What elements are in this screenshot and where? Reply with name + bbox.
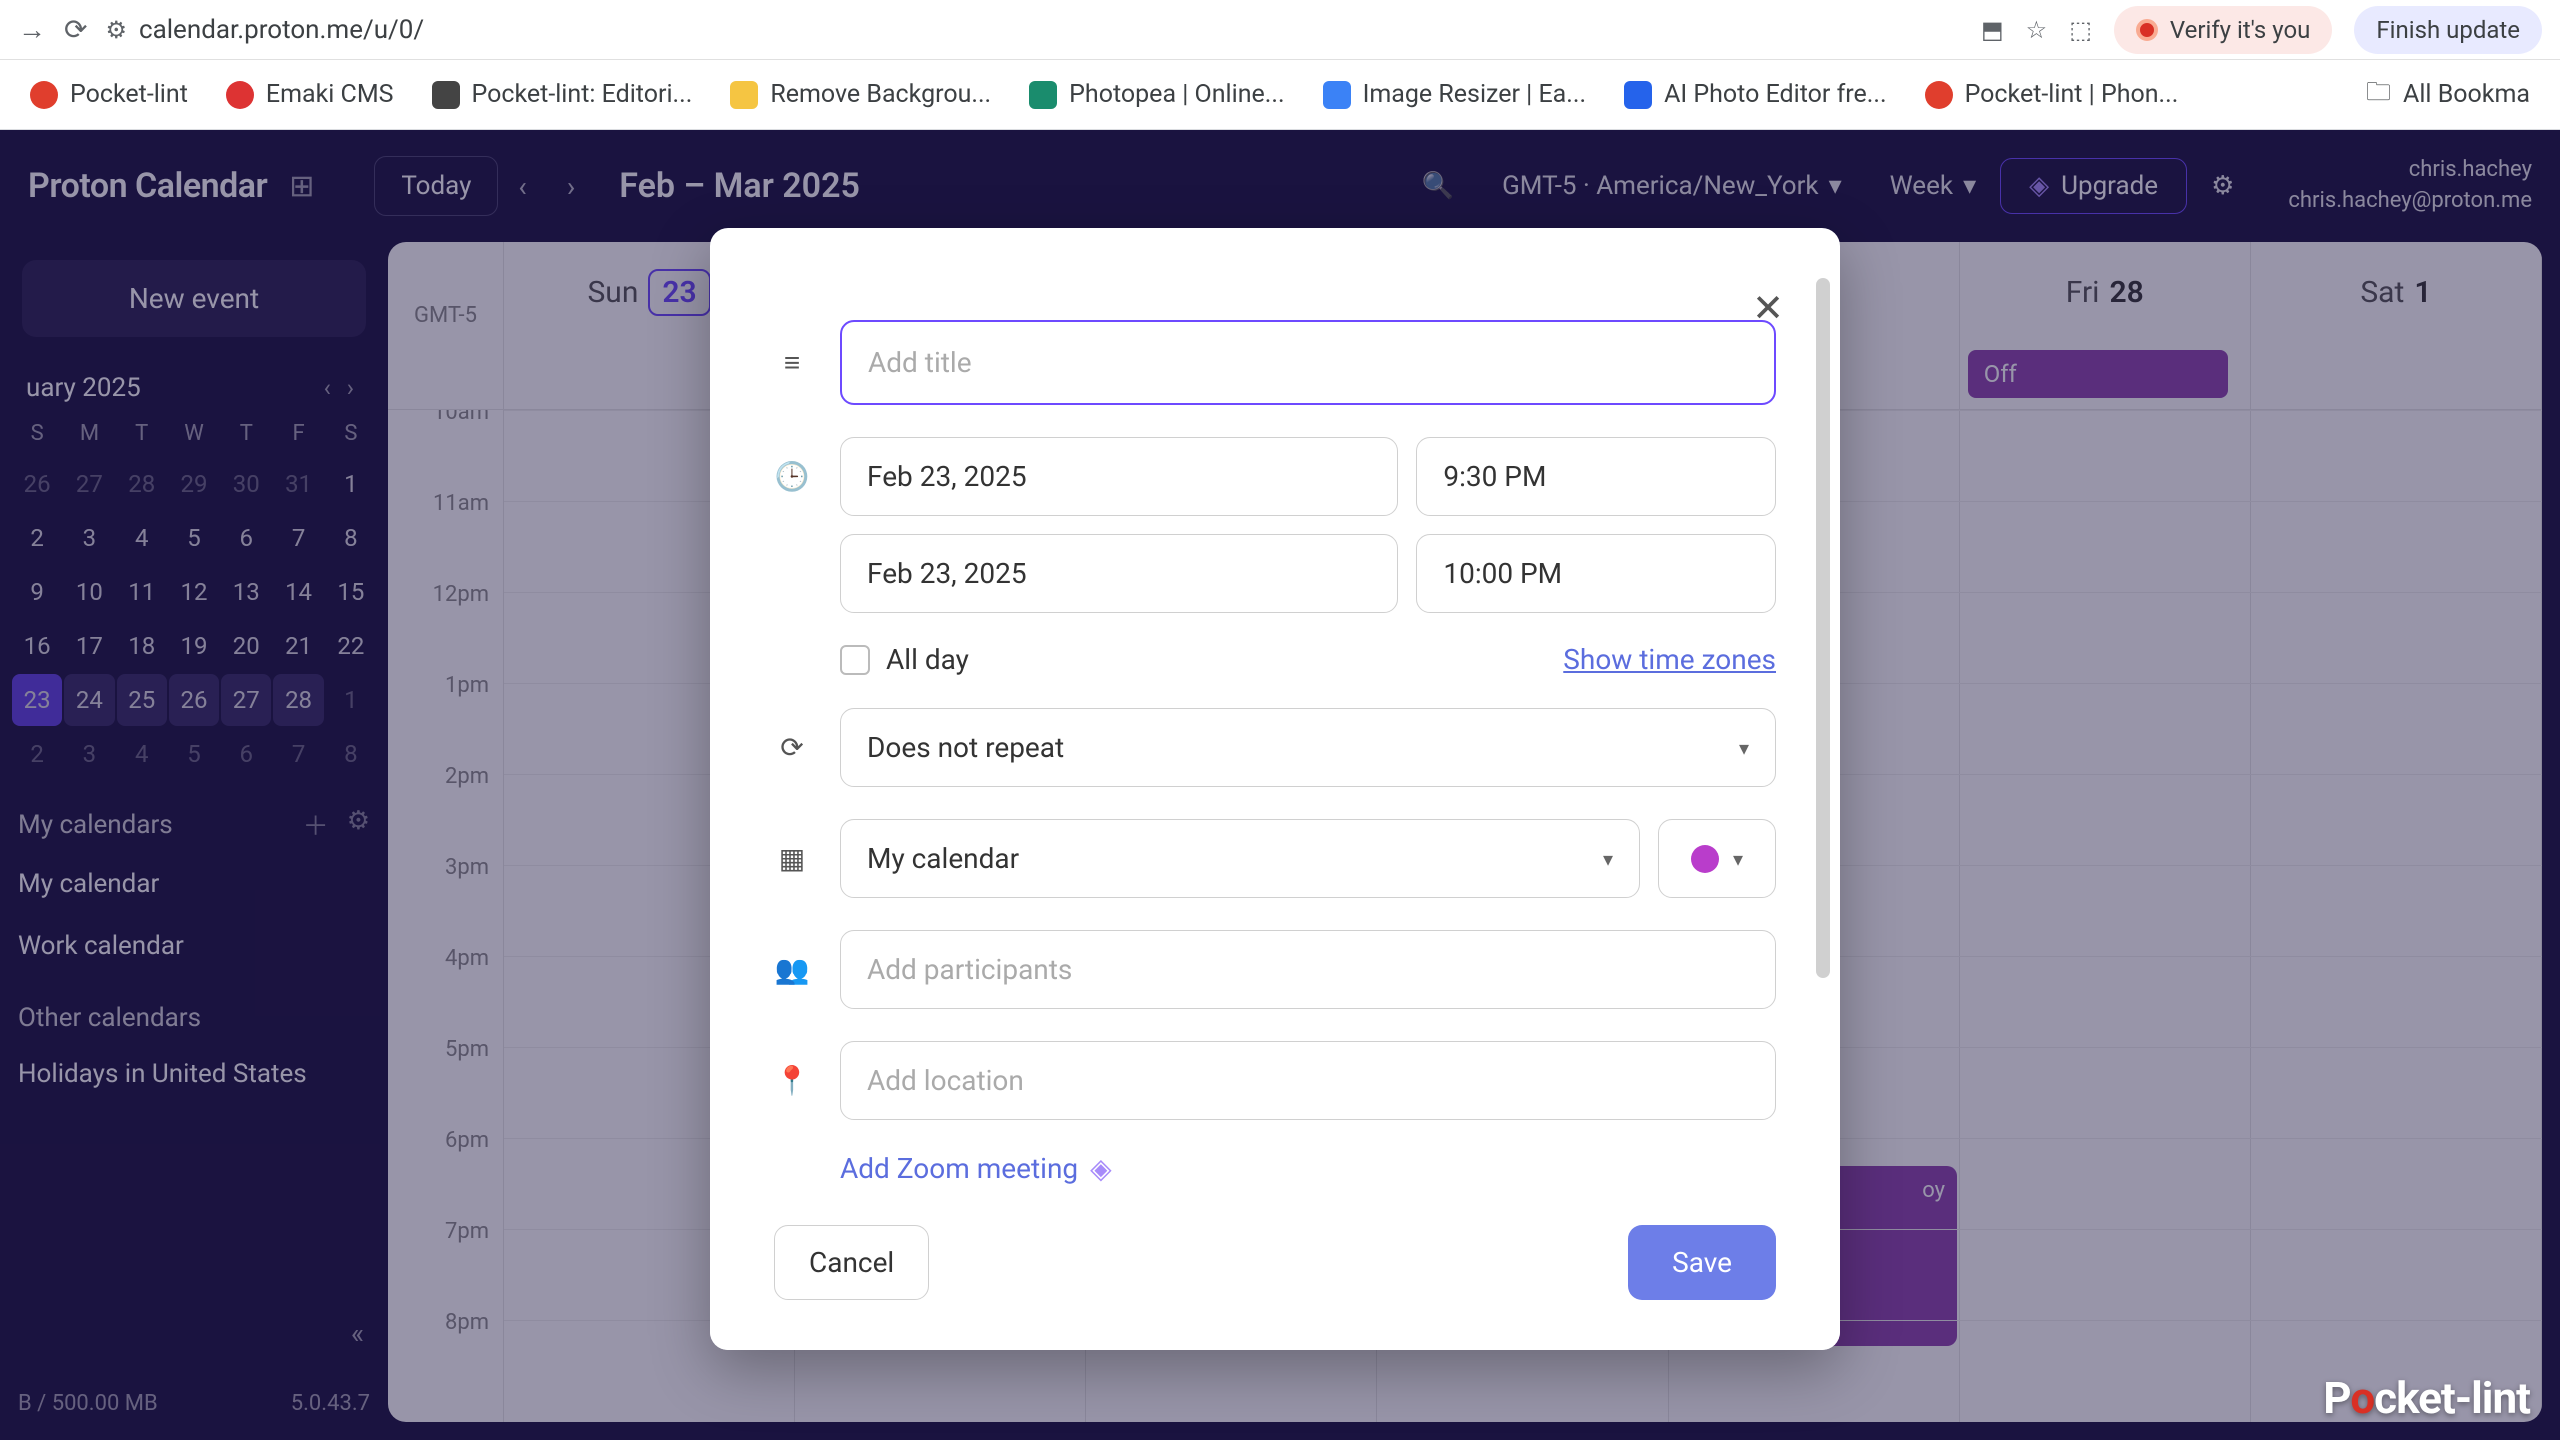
repeat-icon: ⟳ (774, 731, 810, 764)
finish-update-button[interactable]: Finish update (2354, 6, 2542, 54)
end-date-input[interactable]: Feb 23, 2025 (840, 534, 1398, 613)
calendar-select[interactable]: My calendar▾ (840, 819, 1640, 898)
url-text: calendar.proton.me/u/0/ (139, 15, 424, 45)
forward-icon[interactable]: → (18, 13, 46, 46)
color-swatch (1691, 845, 1719, 873)
title-icon: ≡ (774, 346, 810, 379)
save-button[interactable]: Save (1628, 1225, 1776, 1300)
gem-icon: ◈ (1090, 1152, 1112, 1185)
install-icon[interactable]: ⬒ (1981, 16, 2004, 44)
scrollbar[interactable] (1816, 278, 1830, 1088)
chevron-down-icon: ▾ (1733, 847, 1743, 871)
chevron-down-icon: ▾ (1603, 847, 1613, 871)
bookmark-item[interactable]: Pocket-lint (30, 80, 188, 109)
chevron-down-icon: ▾ (1739, 736, 1749, 760)
verify-button[interactable]: Verify it's you (2114, 6, 2333, 54)
cancel-button[interactable]: Cancel (774, 1225, 929, 1300)
location-input[interactable]: Add location (840, 1041, 1776, 1120)
clock-icon: 🕒 (774, 460, 810, 493)
bookmark-item[interactable]: Pocket-lint: Editori... (432, 80, 693, 109)
add-zoom-link[interactable]: Add Zoom meeting◈ (840, 1152, 1776, 1185)
browser-toolbar: → ⟳ ⚙ calendar.proton.me/u/0/ ⬒ ☆ ⬚ Veri… (0, 0, 2560, 60)
calendar-icon: ▦ (774, 842, 810, 875)
site-settings-icon[interactable]: ⚙ (105, 16, 127, 44)
show-timezones-link[interactable]: Show time zones (1563, 643, 1776, 676)
extensions-icon[interactable]: ⬚ (2069, 16, 2092, 44)
bookmark-item[interactable]: Remove Backgrou... (730, 80, 991, 109)
bookmark-item[interactable]: Pocket-lint | Phon... (1925, 80, 2179, 109)
participants-icon: 👥 (774, 953, 810, 986)
folder-icon: 🗀 (2366, 73, 2391, 116)
bookmark-item[interactable]: Emaki CMS (226, 80, 394, 109)
start-time-input[interactable]: 9:30 PM (1416, 437, 1776, 516)
all-day-checkbox[interactable]: All day (840, 643, 969, 676)
location-icon: 📍 (774, 1064, 810, 1097)
watermark: Pocket-lint (2323, 1372, 2530, 1424)
bookmark-item[interactable]: Photopea | Online... (1029, 80, 1284, 109)
all-bookmarks-button[interactable]: 🗀All Bookma (2366, 73, 2530, 116)
bookmark-item[interactable]: Image Resizer | Ea... (1323, 80, 1587, 109)
color-select[interactable]: ▾ (1658, 819, 1776, 898)
new-event-modal: ✕ ≡ 🕒 Feb 23, 2025 9:30 PM Feb 23, 2025 … (710, 228, 1840, 1350)
event-title-input[interactable] (840, 320, 1776, 405)
reload-icon[interactable]: ⟳ (64, 13, 87, 46)
start-date-input[interactable]: Feb 23, 2025 (840, 437, 1398, 516)
end-time-input[interactable]: 10:00 PM (1416, 534, 1776, 613)
bookmarks-bar: Pocket-lint Emaki CMS Pocket-lint: Edito… (0, 60, 2560, 130)
participants-input[interactable]: Add participants (840, 930, 1776, 1009)
star-icon[interactable]: ☆ (2026, 16, 2048, 44)
repeat-select[interactable]: Does not repeat▾ (840, 708, 1776, 787)
address-bar[interactable]: ⚙ calendar.proton.me/u/0/ (105, 15, 1963, 45)
bookmark-item[interactable]: AI Photo Editor fre... (1624, 80, 1887, 109)
